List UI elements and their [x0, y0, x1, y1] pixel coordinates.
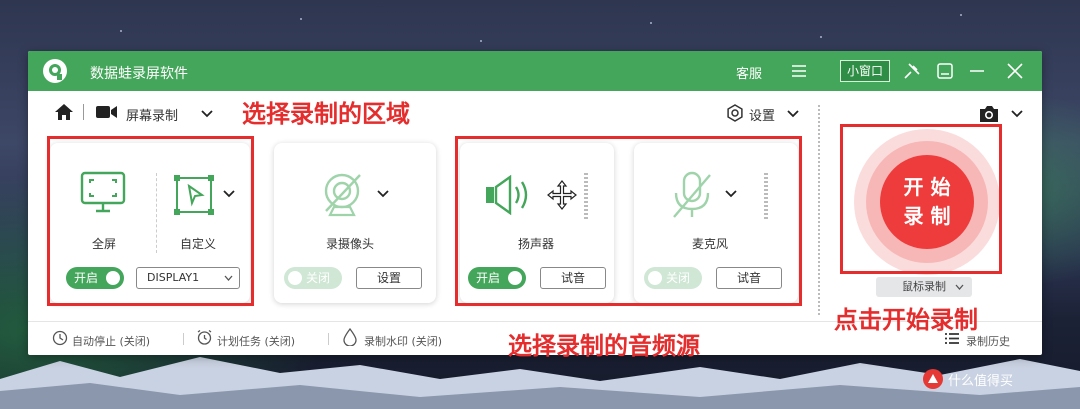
pin-icon[interactable]	[901, 60, 923, 82]
alarm-clock-icon	[197, 329, 212, 345]
nav-divider	[83, 104, 84, 120]
image-watermark: 什么值得买	[948, 374, 1014, 389]
water-drop-icon	[343, 328, 357, 346]
menu-icon[interactable]	[788, 60, 810, 82]
minimize-icon[interactable]	[966, 60, 988, 82]
mouse-record-label: 鼠标录制	[902, 280, 946, 293]
annotation-select-region: 选择录制的区域	[242, 100, 410, 128]
watermark-logo-icon	[923, 369, 943, 389]
scheduled-task-button[interactable]: 计划任务 (关闭)	[217, 333, 295, 349]
app-logo-icon	[43, 59, 67, 83]
customer-service-button[interactable]: 客服	[736, 63, 762, 82]
home-icon[interactable]	[54, 103, 74, 121]
chevron-down-icon[interactable]	[200, 109, 214, 119]
panel-separator	[818, 105, 820, 315]
watermark-button[interactable]: 录制水印 (关闭)	[364, 333, 442, 349]
chevron-down-icon[interactable]	[376, 189, 390, 199]
screenshot-camera-icon[interactable]	[978, 105, 1000, 123]
annotation-box-start	[840, 124, 1002, 274]
clock-icon	[52, 330, 68, 346]
annotation-click-start: 点击开始录制	[834, 306, 978, 334]
annotation-box-region	[47, 136, 254, 306]
mouse-record-select[interactable]: 鼠标录制	[876, 277, 972, 297]
record-history-button[interactable]: 录制历史	[966, 333, 1010, 349]
chevron-down-icon[interactable]	[1010, 109, 1024, 119]
annotation-box-audio	[455, 136, 802, 306]
camera-toggle-label: 关闭	[306, 271, 331, 285]
auto-stop-button[interactable]: 自动停止 (关闭)	[72, 333, 150, 349]
footer-divider	[328, 333, 329, 345]
video-camera-icon	[96, 106, 117, 118]
settings-gear-icon[interactable]	[725, 103, 745, 123]
mode-selector[interactable]: 屏幕录制	[126, 105, 178, 124]
minimize-to-tray-icon[interactable]	[934, 60, 956, 82]
chevron-down-icon	[955, 284, 964, 290]
footer-divider	[183, 333, 184, 345]
settings-button[interactable]: 设置	[749, 105, 775, 124]
annotation-select-audio: 选择录制的音频源	[508, 332, 700, 360]
mini-window-button[interactable]: 小窗口	[840, 60, 890, 82]
camera-settings-button[interactable]: 设置	[356, 267, 422, 289]
webcam-off-icon[interactable]	[320, 171, 368, 219]
chevron-down-icon[interactable]	[786, 109, 800, 119]
toggle-knob	[288, 271, 302, 285]
title-bar: 数据蛙录屏软件 客服 小窗口	[28, 51, 1042, 91]
app-title: 数据蛙录屏软件	[90, 66, 188, 82]
camera-label: 录摄像头	[326, 237, 375, 251]
camera-toggle[interactable]: 关闭	[284, 267, 342, 289]
close-icon[interactable]	[1004, 60, 1026, 82]
camera-card: 录摄像头 关闭 设置	[274, 143, 436, 303]
